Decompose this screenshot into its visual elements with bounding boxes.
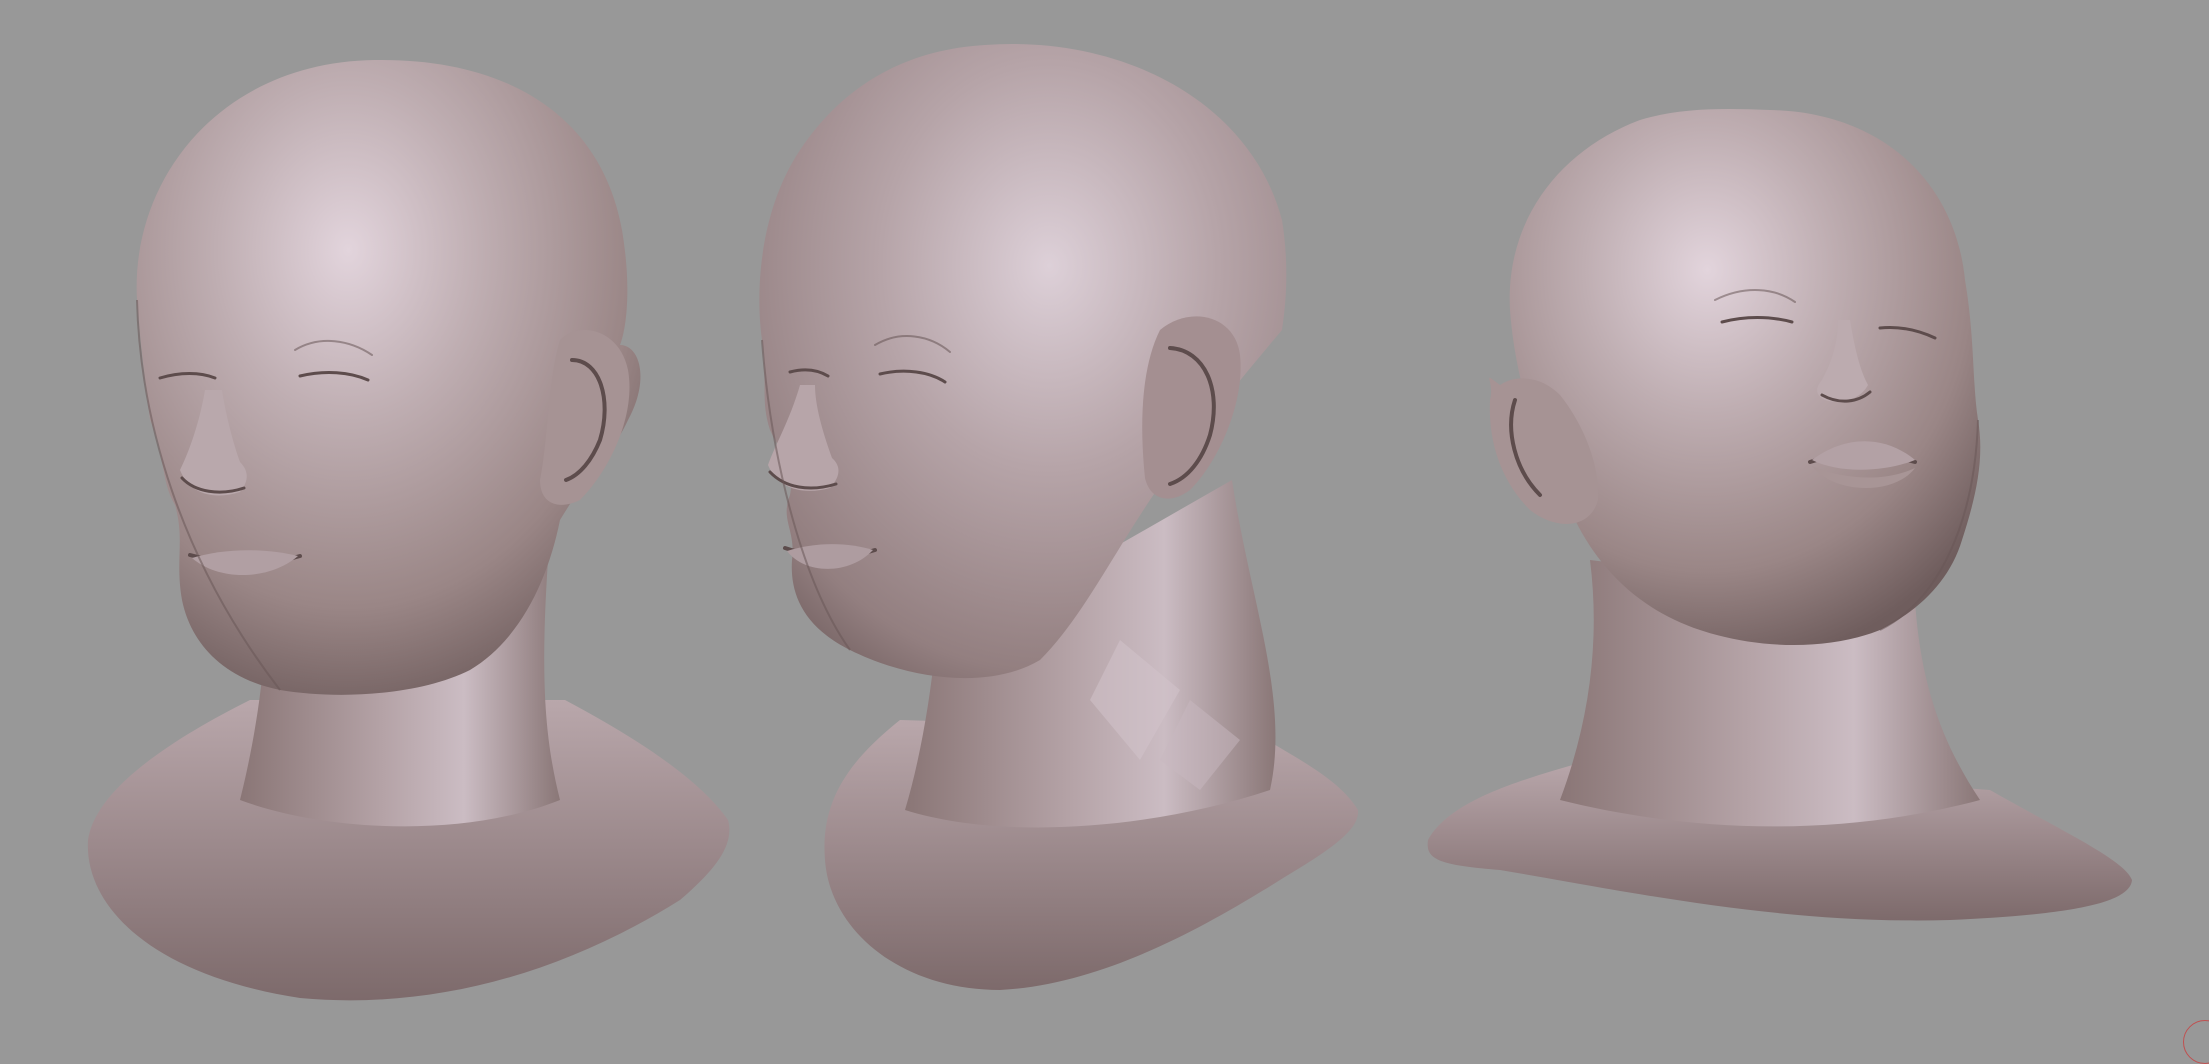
render-canvas <box>87 43 2132 1001</box>
head-model-left[interactable] <box>87 59 730 1001</box>
head-right-shape <box>1509 109 1981 646</box>
viewport-canvas[interactable] <box>0 0 2209 1064</box>
head-model-right[interactable] <box>1427 109 2132 921</box>
head-model-middle[interactable] <box>759 43 1359 990</box>
